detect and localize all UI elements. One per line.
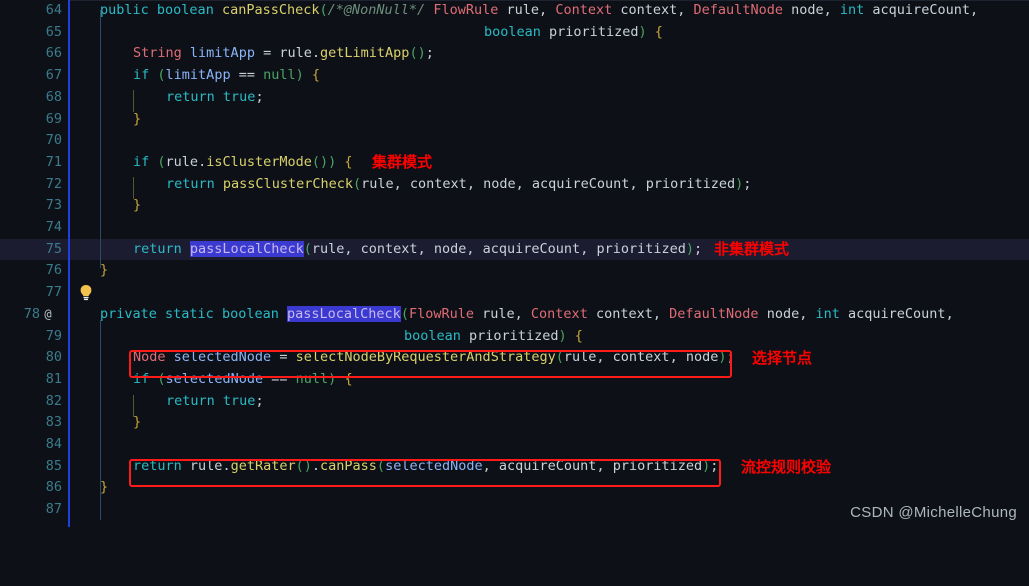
top-divider [70, 0, 1029, 1]
code-line[interactable]: 66 String limitApp = rule.getLimitApp(); [0, 43, 1029, 65]
line-number: 72 [45, 175, 62, 192]
code-line[interactable]: 72 return passClusterCheck(rule, context… [0, 174, 1029, 196]
line-number: 68 [45, 88, 62, 105]
code-line-current[interactable]: 75 return passLocalCheck(rule, context, … [0, 238, 1029, 301]
indent-guide [100, 10, 101, 268]
line-content[interactable]: if (rule.isClusterMode()) { [133, 152, 353, 174]
line-number: 65 [45, 23, 62, 40]
code-line[interactable]: 70 [0, 130, 1029, 152]
line-number: 75 [45, 240, 62, 257]
override-marker-icon[interactable]: @ [38, 304, 58, 326]
line-number: 67 [45, 67, 62, 84]
line-number: 82 [45, 392, 62, 409]
line-content[interactable]: return true; [166, 87, 264, 109]
line-number: 77 [45, 284, 62, 301]
line-content[interactable]: boolean prioritized) { [484, 22, 663, 44]
indent-guide [100, 320, 101, 520]
line-content[interactable]: boolean prioritized) { [404, 326, 583, 348]
line-number: 74 [45, 219, 62, 235]
line-number: 66 [45, 45, 62, 62]
code-line[interactable]: 69 } [0, 109, 1029, 131]
line-number: 80 [45, 349, 62, 366]
line-number: 76 [45, 262, 62, 279]
code-line[interactable]: 78 @ private static boolean passLocalChe… [0, 304, 1029, 326]
code-line[interactable]: 81 if (selectedNode == null) { [0, 369, 1029, 391]
code-line[interactable]: 76 } [0, 260, 1029, 282]
line-number: 71 [45, 153, 62, 170]
line-number: 87 [45, 501, 62, 518]
line-content[interactable]: return passLocalCheck(rule, context, nod… [133, 239, 702, 261]
line-number: 70 [45, 132, 62, 149]
code-line[interactable]: 68 return true; [0, 87, 1029, 109]
line-number: 79 [45, 327, 62, 344]
code-line[interactable]: 64 public boolean canPassCheck(/*@NonNul… [0, 0, 1029, 22]
selected-token: passLocalCheck [189, 240, 304, 257]
line-number: 64 [45, 2, 62, 18]
code-line[interactable]: 67 if (limitApp == null) { [0, 65, 1029, 87]
code-line[interactable]: 85 return rule.getRater().canPass(select… [0, 456, 1029, 478]
line-number: 69 [45, 110, 62, 127]
gutter-change-marker [68, 0, 70, 527]
code-line[interactable]: 83 } [0, 412, 1029, 434]
line-number: 81 [45, 370, 62, 387]
code-line[interactable]: 65 boolean prioritized) { [0, 22, 1029, 44]
annotation-non-cluster-mode: 非集群模式 [714, 240, 790, 258]
lightbulb-icon[interactable] [78, 241, 94, 301]
line-content[interactable]: private static boolean passLocalCheck(Fl… [100, 304, 954, 326]
code-line[interactable]: 82 return true; [0, 391, 1029, 413]
indent-guide [133, 395, 134, 417]
line-number: 86 [45, 479, 62, 496]
line-content[interactable]: if (limitApp == null) { [133, 65, 320, 87]
selected-token: passLocalCheck [287, 305, 401, 322]
annotation-flow-rule-check: 流控规则校验 [741, 458, 832, 476]
indent-guide [133, 177, 134, 199]
line-content[interactable]: return passClusterCheck(rule, context, n… [166, 174, 751, 196]
code-line[interactable]: 79 boolean prioritized) { [0, 326, 1029, 348]
line-number: 85 [45, 457, 62, 474]
code-line[interactable]: 84 [0, 434, 1029, 456]
line-content[interactable]: return rule.getRater().canPass(selectedN… [133, 456, 718, 478]
line-content[interactable]: } [133, 195, 141, 217]
indent-guide [133, 90, 134, 112]
watermark: CSDN @MichelleChung [850, 504, 1017, 521]
line-content[interactable]: String limitApp = rule.getLimitApp(); [133, 43, 434, 65]
line-number: 73 [45, 197, 62, 214]
line-number: 83 [45, 414, 62, 431]
code-line[interactable]: 77 [0, 282, 1029, 304]
line-content[interactable]: } [100, 477, 108, 499]
annotation-cluster-mode: 集群模式 [372, 153, 433, 171]
code-line[interactable]: 86 } [0, 477, 1029, 499]
line-content[interactable]: Node selectedNode = selectNodeByRequeste… [133, 347, 735, 369]
code-line[interactable]: 74 [0, 217, 1029, 239]
line-content[interactable]: return true; [166, 391, 264, 413]
line-content[interactable]: } [100, 260, 108, 282]
line-number: 84 [45, 436, 62, 452]
line-content[interactable]: } [133, 412, 141, 434]
code-editor[interactable]: 64 public boolean canPassCheck(/*@NonNul… [0, 0, 1029, 527]
line-content[interactable]: } [133, 109, 141, 131]
annotation-select-node: 选择节点 [752, 349, 813, 367]
code-line[interactable]: 73 } [0, 195, 1029, 217]
line-content[interactable]: if (selectedNode == null) { [133, 369, 353, 391]
line-content[interactable]: public boolean canPassCheck(/*@NonNull*/… [100, 0, 978, 22]
code-line[interactable]: 80 Node selectedNode = selectNodeByReque… [0, 347, 1029, 369]
code-line[interactable]: 71 if (rule.isClusterMode()) { [0, 152, 1029, 174]
